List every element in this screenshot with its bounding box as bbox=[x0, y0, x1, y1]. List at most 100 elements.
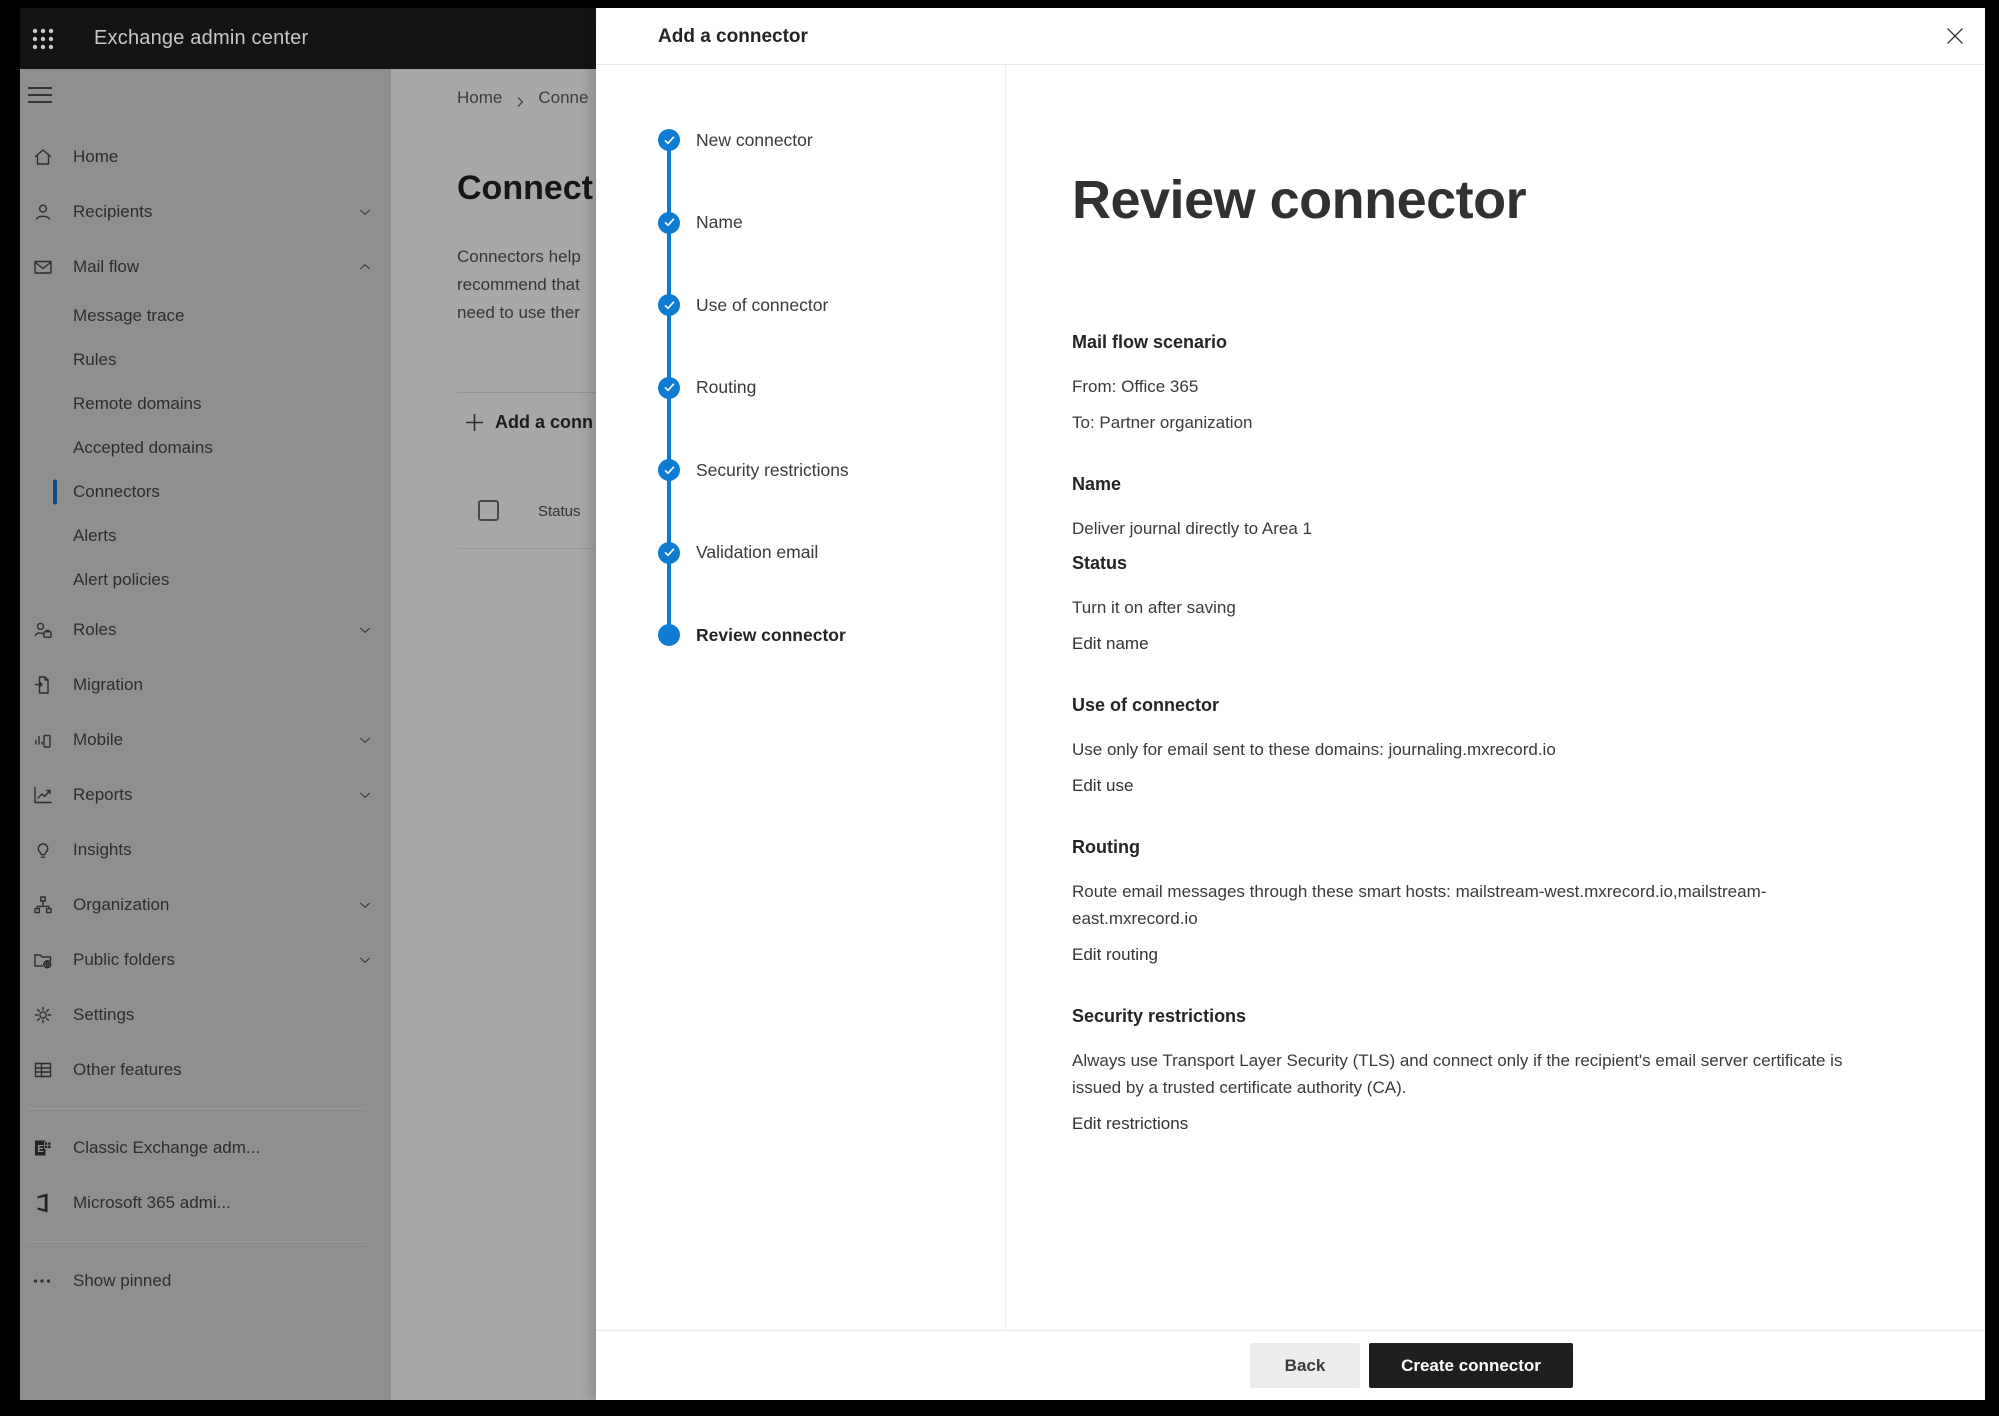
roles-icon bbox=[31, 618, 55, 642]
edit-restrictions-link[interactable]: Edit restrictions bbox=[1072, 1110, 1188, 1137]
step-label: Routing bbox=[696, 377, 756, 398]
sidebar-item-label: Reports bbox=[73, 785, 133, 805]
reports-icon bbox=[31, 783, 55, 807]
sidebar-item-mobile[interactable]: Mobile bbox=[20, 712, 391, 767]
page-description-line: need to use ther bbox=[457, 299, 581, 327]
sidebar-item-label: Mail flow bbox=[73, 257, 139, 277]
migration-icon bbox=[31, 673, 55, 697]
sidebar-item-label: Other features bbox=[73, 1060, 182, 1080]
wizard-footer-buttons: Back Create connector bbox=[1250, 1343, 1573, 1388]
step-current-dot bbox=[658, 624, 680, 646]
sidebar-item-connectors[interactable]: Connectors bbox=[20, 470, 391, 514]
sidebar-item-label: Public folders bbox=[73, 950, 175, 970]
sidebar-item-alerts[interactable]: Alerts bbox=[20, 514, 391, 558]
plus-icon bbox=[464, 412, 485, 433]
sidebar-item-microsoft-365-admi[interactable]: Microsoft 365 admi... bbox=[20, 1175, 391, 1230]
sidebar-item-organization[interactable]: Organization bbox=[20, 877, 391, 932]
sidebar-item-label: Show pinned bbox=[73, 1271, 171, 1291]
chevron-down-icon bbox=[357, 732, 373, 748]
edit-routing-link[interactable]: Edit routing bbox=[1072, 941, 1158, 968]
sidebar-item-insights[interactable]: Insights bbox=[20, 822, 391, 877]
step-name[interactable]: Name bbox=[658, 182, 849, 265]
section-value: Always use Transport Layer Security (TLS… bbox=[1072, 1047, 1875, 1101]
chevron-down-icon bbox=[357, 787, 373, 803]
dots-icon bbox=[31, 1269, 55, 1293]
wizard-stepper: New connectorNameUse of connector Routing… bbox=[658, 99, 849, 677]
step-review-connector[interactable]: Review connector bbox=[658, 594, 849, 677]
sidebar-item-public-folders[interactable]: Public folders bbox=[20, 932, 391, 987]
chevron-down-icon bbox=[357, 952, 373, 968]
sidebar-item-roles[interactable]: Roles bbox=[20, 602, 391, 657]
back-button[interactable]: Back bbox=[1250, 1343, 1360, 1388]
insights-icon bbox=[31, 838, 55, 862]
add-connector-button[interactable]: Add a conn bbox=[464, 412, 593, 433]
sidebar-item-message-trace[interactable]: Message trace bbox=[20, 294, 391, 338]
chevron-up-icon bbox=[357, 259, 373, 275]
app-launcher-waffle-icon[interactable] bbox=[30, 26, 56, 52]
sidebar-item-label: Connectors bbox=[73, 482, 160, 502]
sidebar-item-mail-flow[interactable]: Mail flow bbox=[20, 239, 391, 294]
review-section-name: NameDeliver journal directly to Area 1 bbox=[1072, 473, 1875, 542]
selected-indicator bbox=[53, 480, 57, 505]
sidebar-item-settings[interactable]: Settings bbox=[20, 987, 391, 1042]
sidebar-item-show-pinned[interactable]: Show pinned bbox=[20, 1253, 391, 1308]
sidebar-item-accepted-domains[interactable]: Accepted domains bbox=[20, 426, 391, 470]
edit-name-link[interactable]: Edit name bbox=[1072, 630, 1149, 657]
step-check-icon bbox=[658, 542, 680, 564]
review-content: Review connector Mail flow scenarioFrom:… bbox=[1072, 165, 1875, 1137]
sidebar-item-home[interactable]: Home bbox=[20, 129, 391, 184]
step-check-icon bbox=[658, 129, 680, 151]
page-description-line: Connectors help bbox=[457, 243, 581, 271]
gear-icon bbox=[31, 1003, 55, 1027]
sidebar-item-alert-policies[interactable]: Alert policies bbox=[20, 558, 391, 602]
hamburger-menu-icon[interactable] bbox=[28, 87, 54, 107]
create-connector-button[interactable]: Create connector bbox=[1369, 1343, 1573, 1388]
section-value: To: Partner organization bbox=[1072, 409, 1875, 436]
section-title: Mail flow scenario bbox=[1072, 331, 1875, 353]
step-use-of-connector[interactable]: Use of connector bbox=[658, 264, 849, 347]
chevron-down-icon bbox=[357, 897, 373, 913]
footer-divider bbox=[596, 1330, 1985, 1331]
step-validation-email[interactable]: Validation email bbox=[658, 512, 849, 595]
left-nav-sidebar: Home Recipients Mail flow Message traceRule… bbox=[20, 69, 391, 1400]
section-value: Deliver journal directly to Area 1 bbox=[1072, 515, 1875, 542]
step-check-icon bbox=[658, 212, 680, 234]
sidebar-item-rules[interactable]: Rules bbox=[20, 338, 391, 382]
breadcrumb-current: Conne bbox=[538, 88, 588, 108]
sidebar-item-label: Home bbox=[73, 147, 118, 167]
sidebar-item-classic-exchange-adm[interactable]: EClassic Exchange adm... bbox=[20, 1120, 391, 1175]
section-title: Routing bbox=[1072, 836, 1875, 858]
section-value: Route email messages through these smart… bbox=[1072, 878, 1875, 932]
step-label: Review connector bbox=[696, 625, 846, 646]
add-connector-wizard-panel: Add a connector New connectorNameUse of … bbox=[596, 8, 1985, 1400]
sidebar-item-recipients[interactable]: Recipients bbox=[20, 184, 391, 239]
sidebar-item-label: Insights bbox=[73, 840, 132, 860]
sidebar-item-label: Alert policies bbox=[73, 570, 169, 590]
status-column-header: Status bbox=[538, 503, 581, 520]
sidebar-item-reports[interactable]: Reports bbox=[20, 767, 391, 822]
close-icon[interactable] bbox=[1942, 23, 1968, 49]
sidebar-item-remote-domains[interactable]: Remote domains bbox=[20, 382, 391, 426]
sidebar-item-label: Accepted domains bbox=[73, 438, 213, 458]
review-section-mail-flow-scenario: Mail flow scenarioFrom: Office 365To: Pa… bbox=[1072, 331, 1875, 436]
chevron-down-icon bbox=[357, 622, 373, 638]
edit-use-link[interactable]: Edit use bbox=[1072, 772, 1133, 799]
step-security-restrictions[interactable]: Security restrictions bbox=[658, 429, 849, 512]
sidebar-item-other-features[interactable]: Other features bbox=[20, 1042, 391, 1097]
sidebar-item-migration[interactable]: Migration bbox=[20, 657, 391, 712]
review-section-routing: Routing Route email messages through thes… bbox=[1072, 836, 1875, 968]
section-value: Turn it on after saving bbox=[1072, 594, 1875, 621]
sidebar-item-label: Mobile bbox=[73, 730, 123, 750]
step-new-connector[interactable]: New connector bbox=[658, 99, 849, 182]
review-sections: Mail flow scenarioFrom: Office 365To: Pa… bbox=[1072, 331, 1875, 1137]
sidebar-divider bbox=[28, 1241, 366, 1242]
folders-icon bbox=[31, 948, 55, 972]
nav-list: Home Recipients Mail flow Message traceRule… bbox=[20, 129, 391, 1308]
step-label: Validation email bbox=[696, 542, 818, 563]
review-heading: Review connector bbox=[1072, 165, 1875, 235]
select-all-checkbox[interactable] bbox=[478, 500, 499, 521]
breadcrumb-home-link[interactable]: Home bbox=[457, 88, 502, 108]
step-routing[interactable]: Routing bbox=[658, 347, 849, 430]
office-icon bbox=[31, 1191, 55, 1215]
page-title: Connect bbox=[457, 169, 593, 208]
